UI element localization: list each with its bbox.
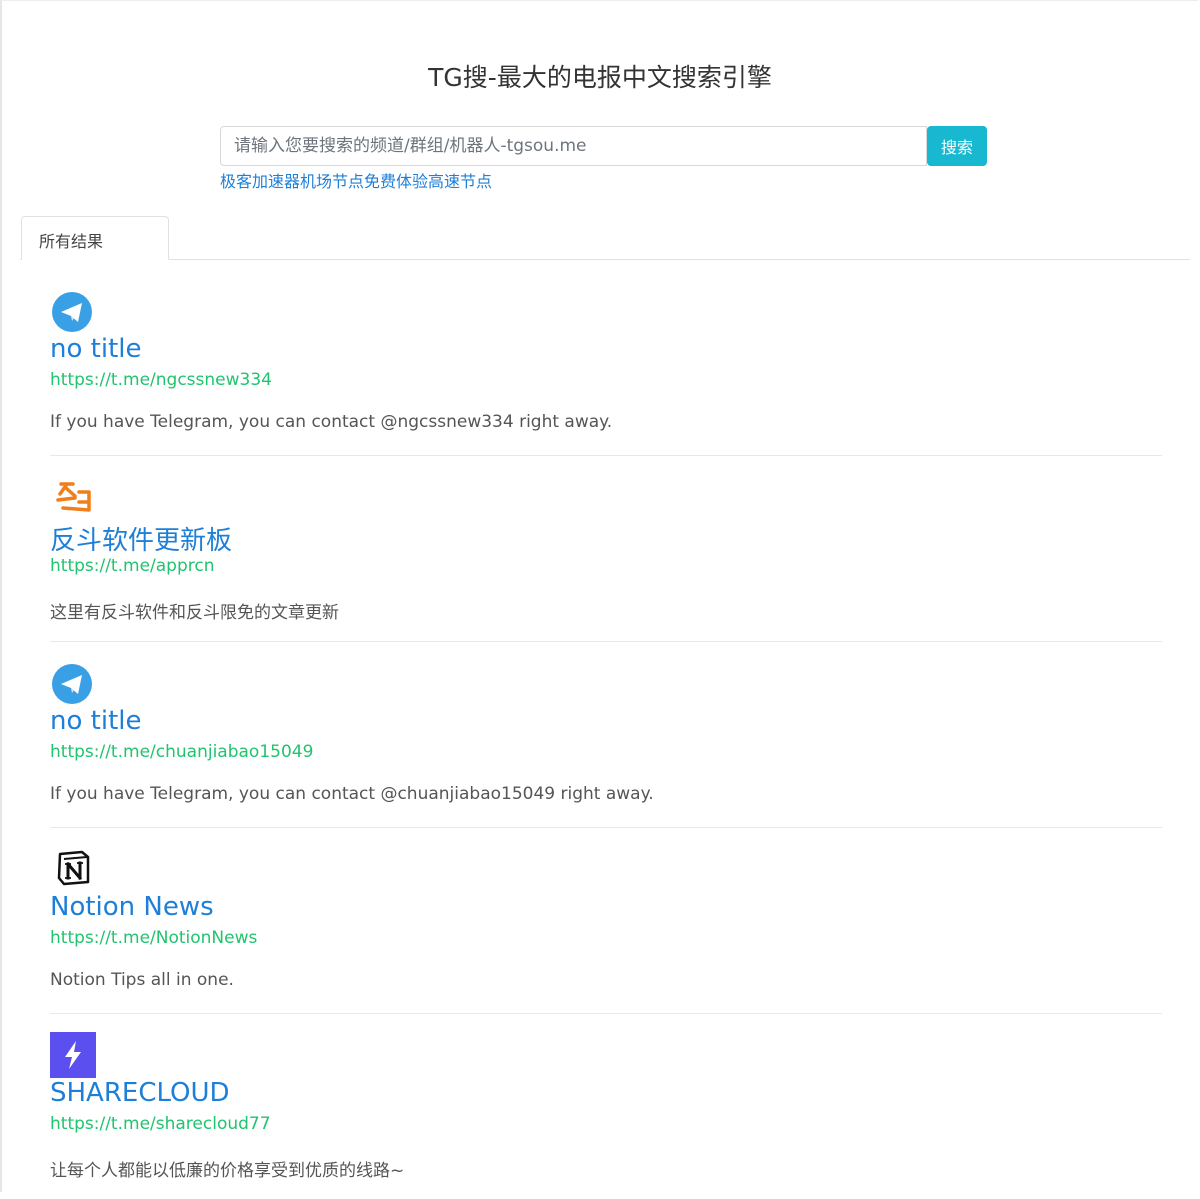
promo-link[interactable]: 极客加速器机场节点免费体验高速节点 [220, 168, 492, 192]
result-description: 让每个人都能以低廉的价格享受到优质的线路~ [50, 1161, 405, 1181]
result-title[interactable]: no title [50, 706, 141, 736]
search-input[interactable] [220, 126, 927, 166]
result-description: If you have Telegram, you can contact @c… [50, 784, 654, 804]
notion-logo-icon [56, 850, 102, 896]
result-url[interactable]: https://t.me/sharecloud77 [50, 1114, 271, 1134]
result-item: SHARECLOUD https://t.me/sharecloud77 让每个… [50, 1014, 1162, 1199]
apprcn-logo-icon [53, 476, 99, 522]
result-item: Notion News https://t.me/NotionNews Noti… [50, 828, 1162, 1014]
result-url[interactable]: https://t.me/apprcn [50, 556, 215, 576]
result-item: no title https://t.me/chuanjiabao15049 I… [50, 642, 1162, 828]
result-description: 这里有反斗软件和反斗限免的文章更新 [50, 603, 339, 623]
result-description: If you have Telegram, you can contact @n… [50, 412, 613, 432]
telegram-icon [50, 290, 96, 336]
search-button[interactable]: 搜索 [927, 126, 987, 166]
result-item: 反斗软件更新板 https://t.me/apprcn 这里有反斗软件和反斗限免… [50, 456, 1162, 642]
results-list: no title https://t.me/ngcssnew334 If you… [50, 270, 1162, 1199]
tab-divider [20, 259, 1190, 260]
result-url[interactable]: https://t.me/chuanjiabao15049 [50, 742, 313, 762]
result-title[interactable]: Notion News [50, 892, 214, 922]
result-item: no title https://t.me/ngcssnew334 If you… [50, 270, 1162, 456]
result-description: Notion Tips all in one. [50, 970, 234, 990]
lightning-bolt-icon [50, 1032, 96, 1078]
result-title[interactable]: 反斗软件更新板 [50, 520, 232, 557]
result-url[interactable]: https://t.me/ngcssnew334 [50, 370, 272, 390]
result-url[interactable]: https://t.me/NotionNews [50, 928, 257, 948]
site-title: TG搜-最大的电报中文搜索引擎 [428, 63, 772, 92]
tab-all-results[interactable]: 所有结果 [21, 216, 169, 260]
telegram-icon [50, 662, 96, 708]
result-title[interactable]: SHARECLOUD [50, 1078, 230, 1108]
result-title[interactable]: no title [50, 334, 141, 364]
